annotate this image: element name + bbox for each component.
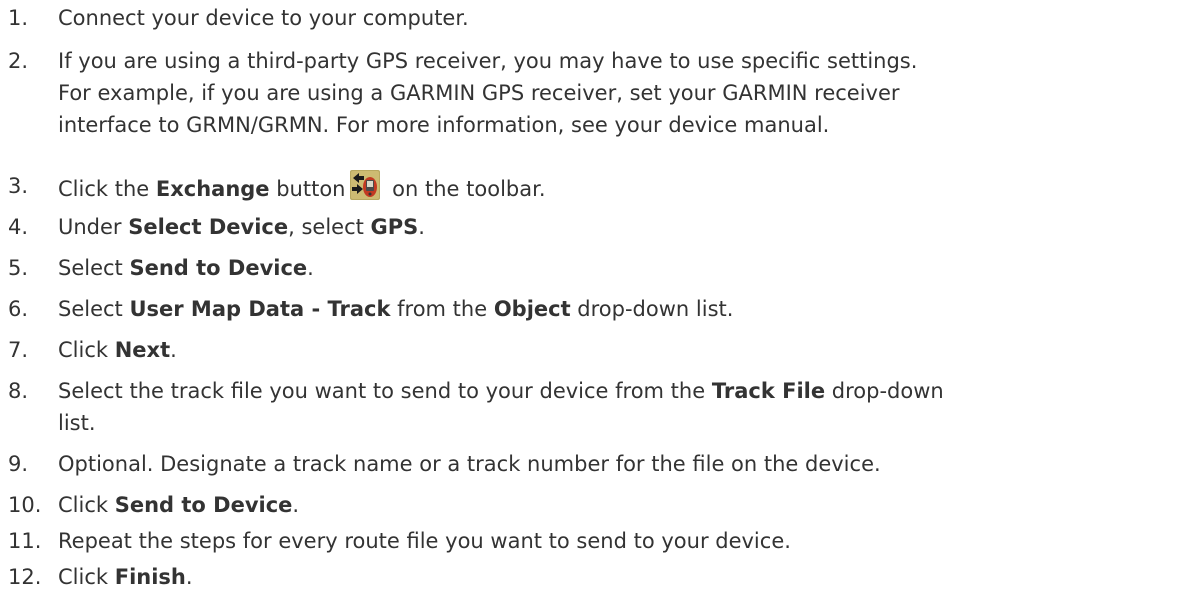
ui-term: Track File	[711, 379, 826, 403]
step-text: Under Select Device, select GPS.	[58, 211, 425, 243]
step-number: 3.	[8, 174, 29, 198]
text-segment: Select	[58, 297, 130, 321]
step-text: Select Send to Device.	[58, 252, 314, 284]
step-text: Optional. Designate a track name or a tr…	[58, 452, 881, 476]
step-text: Click Finish.	[58, 561, 193, 593]
ui-term: Send to Device	[114, 493, 293, 517]
step-text: If you are using a third-party GPS recei…	[58, 45, 917, 141]
step-number: 6.	[8, 297, 29, 321]
ui-term: Select Device	[128, 215, 289, 239]
step-number: 10.	[8, 493, 42, 517]
text-segment: Under	[58, 215, 129, 239]
ui-term: User Map Data - Track	[129, 297, 391, 321]
step-text-line: For example, if you are using a GARMIN G…	[58, 81, 900, 105]
step-text: Click the Exchange button on the toolbar…	[58, 170, 546, 205]
text-segment: .	[418, 215, 425, 239]
step-text: Select the track file you want to send t…	[58, 375, 944, 439]
text-segment: on the toolbar.	[385, 177, 546, 201]
text-segment: Select	[58, 256, 130, 280]
text-segment: button	[269, 177, 346, 201]
ui-term: Send to Device	[129, 256, 308, 280]
step-text: Click Next.	[58, 334, 177, 366]
text-segment: , select	[288, 215, 371, 239]
text-segment: .	[185, 565, 193, 589]
step-text-line: If you are using a third-party GPS recei…	[58, 49, 918, 73]
step-number: 8.	[8, 379, 29, 403]
step-text-line: Select the track file you want to send t…	[58, 375, 944, 407]
step-text: Click Send to Device.	[58, 489, 299, 521]
ui-term: Finish	[114, 565, 186, 589]
step-number: 7.	[8, 338, 29, 362]
text-segment: Click the	[58, 177, 156, 201]
step-text-line: list.	[58, 411, 96, 435]
ui-term: Object	[493, 297, 571, 321]
ui-term: Next	[114, 338, 171, 362]
exchange-icon	[349, 170, 380, 200]
step-number: 9.	[8, 452, 29, 476]
step-number: 2.	[8, 49, 29, 73]
text-segment: Click	[58, 493, 115, 517]
text-segment: Click	[58, 338, 115, 362]
step-number: 5.	[8, 256, 29, 280]
ui-term: GPS	[370, 215, 419, 239]
ui-term: Exchange	[155, 177, 270, 201]
text-segment: Click	[58, 565, 115, 589]
text-segment: drop-down	[825, 379, 944, 403]
step-number: 4.	[8, 215, 29, 239]
step-number: 11.	[8, 529, 42, 553]
step-number: 12.	[8, 565, 42, 589]
text-segment: .	[292, 493, 300, 517]
step-number: 1.	[8, 6, 29, 30]
text-segment: drop-down list.	[570, 297, 734, 321]
text-segment: .	[307, 256, 314, 280]
text-segment: from the	[390, 297, 494, 321]
text-segment: Select the track file you want to send t…	[58, 379, 712, 403]
step-text-line: interface to GRMN/GRMN. For more informa…	[58, 113, 830, 137]
step-text: Select User Map Data - Track from the Ob…	[58, 293, 733, 325]
step-text: Connect your device to your computer.	[58, 6, 469, 30]
step-text: Repeat the steps for every route file yo…	[58, 529, 791, 553]
text-segment: .	[170, 338, 177, 362]
